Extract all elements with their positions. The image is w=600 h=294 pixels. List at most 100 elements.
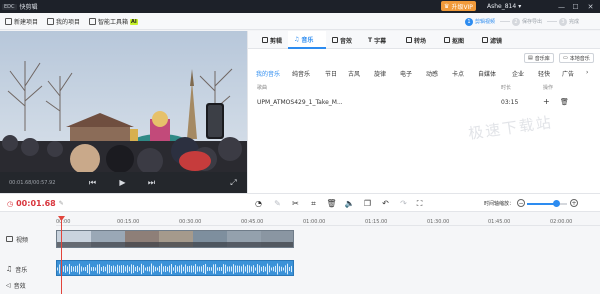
zoom-in-button[interactable]: + — [570, 199, 578, 207]
skip-forward-icon: ⏭ — [147, 177, 156, 187]
logo-mark: EDC — [2, 3, 17, 10]
ruler-tick: 00:45.00 — [241, 219, 264, 225]
upgrade-vip-button[interactable]: ♛ 升级VIP — [441, 1, 476, 11]
category-my-music[interactable]: 我的音乐 — [256, 69, 280, 78]
toolbox-icon — [89, 18, 96, 25]
zoom-out-button[interactable]: − — [517, 199, 525, 207]
edit-button[interactable]: ✎ — [272, 198, 283, 209]
tab-sound-effects[interactable]: 音效 — [332, 31, 364, 49]
new-project-label: 新建项目 — [14, 19, 39, 26]
track-label: 视频 — [16, 236, 29, 244]
split-button[interactable]: ✂ — [290, 198, 301, 209]
step-export: 2 保存导出 — [512, 17, 542, 26]
volume-button[interactable]: 🔈 — [344, 198, 355, 209]
category-beat[interactable]: 卡点 — [452, 69, 464, 78]
plus-icon: + — [571, 199, 577, 207]
step-connector — [500, 21, 510, 22]
current-time-display: ◷ 00:01.68 ✎ — [7, 199, 64, 208]
smart-toolbox-button[interactable]: 智能工具箱 AI — [89, 17, 138, 26]
song-row[interactable]: UPM_ATMOS429_1_Take_M... 03:15 + 🗑 — [248, 97, 600, 109]
skip-back-icon: ⏮ — [88, 177, 97, 187]
add-song-button[interactable]: + — [543, 97, 550, 106]
copy-button[interactable]: ❐ — [362, 198, 373, 209]
category-dynamic[interactable]: 动感 — [426, 69, 438, 78]
main-toolbar: 新建项目 我的项目 智能工具箱 AI 1 剪辑视频 2 保存导出 3 完成 — [0, 13, 600, 30]
music-library-button[interactable]: ▤ 音乐库 — [524, 53, 554, 63]
track-header-sfx: ◁ 音效 — [0, 279, 56, 291]
user-menu[interactable]: Ashe_814 ▾ — [487, 1, 521, 11]
tab-music[interactable]: ♫ 音乐 — [288, 31, 326, 49]
category-light[interactable]: 轻快 — [538, 69, 550, 78]
category-festival[interactable]: 节日 — [325, 69, 337, 78]
volume-icon: 🔈 — [344, 199, 355, 208]
step-connector — [547, 21, 557, 22]
category-advertising[interactable]: 广告 — [562, 69, 574, 78]
music-clip[interactable] — [56, 260, 294, 276]
category-more[interactable]: › — [586, 69, 588, 76]
zoom-slider-handle[interactable] — [553, 200, 560, 207]
transition-icon — [406, 37, 412, 43]
undo-button[interactable]: ↶ — [380, 198, 391, 209]
redo-button[interactable]: ↷ — [398, 198, 409, 209]
step-done: 3 完成 — [559, 17, 579, 26]
video-thumbnails — [57, 231, 293, 247]
my-projects-button[interactable]: 我的项目 — [47, 17, 80, 26]
play-button[interactable]: ▶ — [117, 177, 128, 188]
tab-filters[interactable]: 滤镜 — [482, 31, 514, 49]
crop-button[interactable]: ⌗ — [308, 198, 319, 209]
playback-controls: 00:01.68/00:57.92 ⏮ ▶ ⏭ ⤢ — [0, 172, 247, 193]
smart-cutout-button[interactable]: ⛶ — [414, 198, 425, 209]
tab-clip[interactable]: 剪辑 — [256, 31, 288, 49]
ruler-tick: 00:30.00 — [179, 219, 202, 225]
trash-icon: 🗑 — [326, 199, 337, 208]
playhead-line[interactable] — [61, 218, 62, 294]
undo-icon: ↶ — [382, 199, 389, 208]
edit-time-icon[interactable]: ✎ — [59, 200, 64, 207]
minimize-icon: — — [558, 2, 565, 11]
step-label: 保存导出 — [522, 19, 543, 25]
step-number: 3 — [559, 17, 567, 26]
local-music-button[interactable]: ▭ 本地音乐 — [559, 53, 594, 63]
crown-icon: ♛ — [444, 2, 450, 10]
tab-subtitles[interactable]: T 字幕 — [368, 31, 400, 49]
video-clip[interactable] — [56, 230, 294, 248]
video-track-icon — [6, 236, 13, 242]
category-melody[interactable]: 旋律 — [374, 69, 386, 78]
my-projects-label: 我的项目 — [56, 19, 81, 26]
title-bar: EDC 快剪辑 ♛ 升级VIP Ashe_814 ▾ — ☐ ✕ — [0, 0, 600, 13]
app-name: 快剪辑 — [19, 4, 38, 11]
delete-button[interactable]: 🗑 — [326, 198, 337, 209]
delete-song-button[interactable]: 🗑 — [560, 98, 569, 106]
time-ruler[interactable]: 00:00 00:15.00 00:30.00 00:45.00 01:00.0… — [56, 212, 600, 226]
zoom-slider-fill — [527, 203, 555, 205]
new-project-button[interactable]: 新建项目 — [5, 17, 38, 26]
previous-frame-button[interactable]: ⏮ — [87, 177, 98, 188]
step-number: 2 — [512, 17, 520, 26]
category-ancient[interactable]: 古风 — [348, 69, 360, 78]
close-button[interactable]: ✕ — [585, 1, 596, 12]
song-duration: 03:15 — [501, 99, 519, 106]
minimize-button[interactable]: — — [556, 1, 567, 12]
speed-icon: ◔ — [255, 199, 262, 208]
local-music-label: 本地音乐 — [569, 55, 590, 62]
tab-transitions[interactable]: 转场 — [406, 31, 438, 49]
category-self-media[interactable]: 自媒体 — [478, 69, 496, 78]
maximize-button[interactable]: ☐ — [570, 1, 581, 12]
video-frame-image — [0, 31, 247, 172]
speed-button[interactable]: ◔ — [253, 198, 264, 209]
folder-icon — [47, 18, 54, 25]
tab-label: 滤镜 — [490, 37, 503, 45]
tab-cutout[interactable]: 抠图 — [444, 31, 476, 49]
category-pure-music[interactable]: 纯音乐 — [292, 69, 310, 78]
next-frame-button[interactable]: ⏭ — [146, 177, 157, 188]
column-action: 操作 — [543, 85, 554, 91]
fullscreen-button[interactable]: ⤢ — [228, 177, 239, 188]
category-electronic[interactable]: 电子 — [400, 69, 412, 78]
music-categories: 我的音乐 纯音乐 节日 古风 旋律 电子 动感 卡点 自媒体 企业 轻快 广告 … — [256, 69, 596, 78]
step-label: 完成 — [569, 19, 580, 25]
cutout-icon — [444, 37, 450, 43]
play-icon: ▶ — [119, 178, 126, 187]
category-business[interactable]: 企业 — [512, 69, 524, 78]
timeline[interactable]: 00:00 00:15.00 00:30.00 00:45.00 01:00.0… — [0, 212, 600, 294]
redo-icon: ↷ — [400, 199, 407, 208]
